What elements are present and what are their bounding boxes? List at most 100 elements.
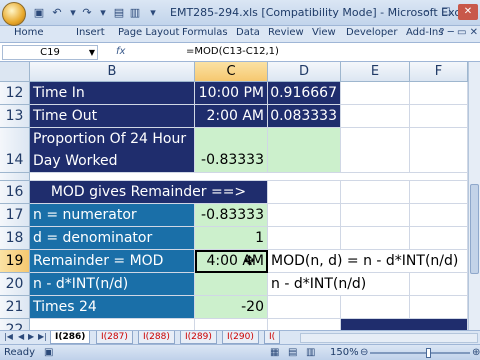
tab-page-layout[interactable]: Page Layout <box>118 27 179 38</box>
cell-e12[interactable] <box>341 82 410 105</box>
undo-icon[interactable]: ↶ <box>50 6 64 20</box>
cell-e21[interactable] <box>341 296 410 319</box>
formula-input[interactable]: =MOD(C13-C12,1) <box>186 46 279 57</box>
close-button[interactable]: ✕ <box>458 4 478 20</box>
next-sheet-icon[interactable]: ▶ <box>28 332 34 341</box>
row-header-20[interactable]: 20 <box>0 273 30 296</box>
quick-access-icon[interactable]: ▥ <box>128 6 142 20</box>
row-header-12[interactable]: 12 <box>0 82 30 105</box>
chevron-down-icon[interactable]: ▼ <box>89 46 95 59</box>
tab-add-ins[interactable]: Add-Ins <box>406 27 443 38</box>
cell-e14[interactable] <box>341 128 410 173</box>
row-15-cells[interactable] <box>30 173 468 181</box>
cell-f16[interactable] <box>410 181 468 204</box>
cell-d20[interactable]: n - d*INT(n/d) <box>268 273 410 296</box>
macro-record-icon[interactable]: ▣ <box>44 347 53 358</box>
cell-e22[interactable] <box>341 319 468 330</box>
cell-d18[interactable] <box>268 227 341 250</box>
cell-f18[interactable] <box>410 227 468 250</box>
cell-b13[interactable]: Time Out <box>30 105 195 128</box>
quick-access-icon[interactable]: ▤ <box>112 6 126 20</box>
zoom-out-icon[interactable]: ⊖ <box>360 347 368 358</box>
cell-b12[interactable]: Time In <box>30 82 195 105</box>
save-icon[interactable]: ▣ <box>32 6 46 20</box>
cell-b14[interactable]: Proportion Of 24 Hour Day Worked <box>30 128 195 173</box>
column-header-e[interactable]: E <box>341 62 410 82</box>
tab-review[interactable]: Review <box>268 27 304 38</box>
tab-home[interactable]: Home <box>14 27 44 38</box>
cell-b20[interactable]: n - d*INT(n/d) <box>30 273 195 296</box>
page-break-view-icon[interactable]: ▥ <box>306 347 315 358</box>
cell-b16[interactable]: MOD gives Remainder ==> <box>30 181 268 204</box>
customize-toolbar-icon[interactable]: ▾ <box>146 6 160 20</box>
first-sheet-icon[interactable]: |◀ <box>4 332 13 341</box>
select-all-corner[interactable] <box>0 62 30 82</box>
maximize-button[interactable]: □ <box>436 4 456 20</box>
cell-e13[interactable] <box>341 105 410 128</box>
cell-c22[interactable] <box>195 319 268 330</box>
cell-d19[interactable]: MOD(n, d) = n - d*INT(n/d) <box>268 250 468 273</box>
scrollbar-thumb[interactable] <box>470 184 479 274</box>
cell-f20[interactable] <box>410 273 468 296</box>
sheet-tab[interactable]: I( <box>264 331 281 344</box>
insert-function-icon[interactable]: fx <box>116 46 125 57</box>
cell-c13[interactable]: 2:00 AM <box>195 105 268 128</box>
row-header-13[interactable]: 13 <box>0 105 30 128</box>
cell-c14[interactable]: -0.83333 <box>195 128 268 173</box>
sheet-tab-active[interactable]: I(286) <box>50 331 91 344</box>
sheet-tab[interactable]: I(287) <box>96 331 133 344</box>
row-header-14[interactable]: 14 <box>0 128 30 173</box>
row-header-15[interactable] <box>0 173 30 181</box>
zoom-level[interactable]: 150% <box>330 347 359 358</box>
cell-d14[interactable] <box>268 128 341 173</box>
sheet-tab[interactable]: I(289) <box>180 331 217 344</box>
tab-formulas[interactable]: Formulas <box>182 27 228 38</box>
page-layout-view-icon[interactable]: ▤ <box>288 347 297 358</box>
help-icon[interactable]: ? ─ ▭ ✕ <box>439 27 478 38</box>
name-box[interactable]: C19 ▼ <box>2 45 98 60</box>
cell-f21[interactable] <box>410 296 468 319</box>
dropdown-icon[interactable]: ▾ <box>66 6 80 20</box>
column-header-b[interactable]: B <box>30 62 195 82</box>
cell-d12[interactable]: 0.916667 <box>268 82 341 105</box>
column-header-f[interactable]: F <box>410 62 468 82</box>
row-header-21[interactable]: 21 <box>0 296 30 319</box>
cell-b21[interactable]: Times 24 <box>30 296 195 319</box>
sheet-tab[interactable]: I(290) <box>222 331 259 344</box>
row-header-16[interactable]: 16 <box>0 181 30 204</box>
cell-e16[interactable] <box>341 181 410 204</box>
horizontal-scrollbar[interactable] <box>300 333 478 343</box>
cell-c17[interactable]: -0.83333 <box>195 204 268 227</box>
cell-d21[interactable] <box>268 296 341 319</box>
cell-b19[interactable]: Remainder = MOD <box>30 250 195 273</box>
row-header-19[interactable]: 19 <box>0 250 30 273</box>
cell-d13[interactable]: 0.083333 <box>268 105 341 128</box>
tab-developer[interactable]: Developer <box>346 27 397 38</box>
last-sheet-icon[interactable]: ▶| <box>38 332 47 341</box>
zoom-slider[interactable] <box>370 348 470 358</box>
tab-data[interactable]: Data <box>236 27 260 38</box>
vertical-scrollbar[interactable] <box>468 62 480 330</box>
cell-f17[interactable] <box>410 204 468 227</box>
zoom-in-icon[interactable]: ⊕ <box>472 347 480 358</box>
cell-c12[interactable]: 10:00 PM <box>195 82 268 105</box>
cell-f14[interactable] <box>410 128 468 173</box>
column-header-d[interactable]: D <box>268 62 341 82</box>
cell-d22[interactable] <box>268 319 341 330</box>
worksheet-grid[interactable]: B C D E F 12 Time In 10:00 PM 0.916667 1… <box>0 62 468 330</box>
zoom-slider-knob[interactable] <box>426 348 431 358</box>
cell-c18[interactable]: 1 <box>195 227 268 250</box>
tab-insert[interactable]: Insert <box>76 27 105 38</box>
cell-b18[interactable]: d = denominator <box>30 227 195 250</box>
cell-d17[interactable] <box>268 204 341 227</box>
prev-sheet-icon[interactable]: ◀ <box>18 332 24 341</box>
minimize-button[interactable]: – <box>416 4 436 20</box>
cell-e17[interactable] <box>341 204 410 227</box>
row-header-18[interactable]: 18 <box>0 227 30 250</box>
cell-c21[interactable]: -20 <box>195 296 268 319</box>
tab-view[interactable]: View <box>312 27 336 38</box>
cell-b22[interactable] <box>30 319 195 330</box>
cell-d16[interactable] <box>268 181 341 204</box>
normal-view-icon[interactable]: ▦ <box>270 347 279 358</box>
cell-b17[interactable]: n = numerator <box>30 204 195 227</box>
